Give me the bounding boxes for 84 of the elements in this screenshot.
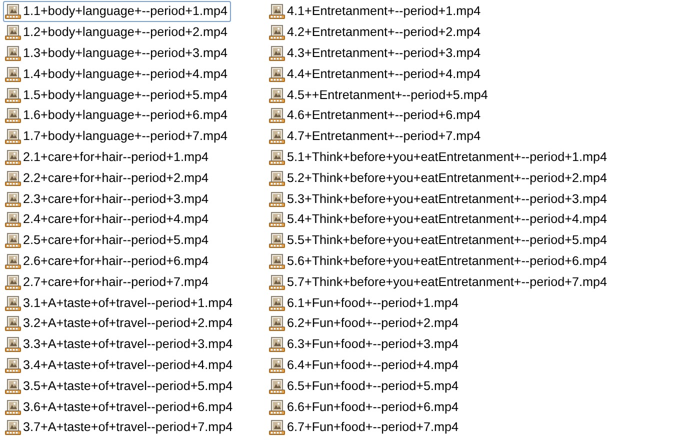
file-item[interactable]: 5.1+Think+before+you+eatEntretanment+--period+1.mp4 [267, 146, 611, 168]
video-file-icon [269, 356, 285, 373]
video-file-icon [5, 86, 21, 103]
file-item[interactable]: 6.5+Fun+food+--period+5.mp4 [267, 375, 463, 396]
file-item[interactable]: 5.6+Think+before+you+eatEntretanment+--period+6.mp4 [267, 250, 611, 272]
file-item[interactable]: 6.7+Fun+food+--period+7.mp4 [267, 416, 463, 438]
file-item[interactable]: 2.3+care+for+hair--period+3.mp4 [3, 188, 213, 210]
file-item[interactable]: 4.6+Entretanment+--period+6.mp4 [267, 104, 485, 126]
video-file-icon [5, 107, 21, 124]
file-item[interactable]: 6.4+Fun+food+--period+4.mp4 [267, 354, 463, 376]
video-file-icon [269, 398, 285, 415]
video-file-icon [5, 170, 21, 186]
video-file-icon [269, 252, 285, 269]
video-file-icon [5, 294, 21, 311]
video-file-icon [269, 336, 285, 352]
video-file-icon [5, 378, 21, 394]
file-item[interactable]: 6.2+Fun+food+--period+2.mp4 [267, 312, 463, 334]
file-item[interactable]: 3.7+A+taste+of+travel--period+7.mp4 [3, 416, 237, 438]
video-file-icon [269, 315, 285, 332]
video-file-icon [269, 170, 285, 186]
video-file-icon [269, 66, 285, 82]
video-file-icon [269, 274, 285, 290]
file-item[interactable]: 1.1+body+language+--period+1.mp4 [3, 0, 232, 22]
video-file-icon [5, 211, 21, 228]
file-item[interactable]: 2.4+care+for+hair--period+4.mp4 [3, 208, 213, 230]
file-item[interactable]: 3.3+A+taste+of+travel--period+3.mp4 [3, 334, 237, 355]
video-file-icon [269, 211, 285, 228]
video-file-icon [5, 66, 21, 82]
file-item[interactable]: 4.2+Entretanment+--period+2.mp4 [267, 22, 485, 43]
video-file-icon [269, 107, 285, 124]
video-file-icon [5, 190, 21, 207]
file-item[interactable]: 4.5++Entretanment+--period+5.mp4 [267, 84, 492, 106]
video-file-icon [269, 232, 285, 248]
video-file-icon [5, 128, 21, 144]
file-item[interactable]: 3.1+A+taste+of+travel--period+1.mp4 [3, 292, 237, 314]
video-file-icon [269, 86, 285, 103]
video-file-icon [5, 315, 21, 332]
video-file-icon [269, 378, 285, 394]
file-item[interactable]: 2.2+care+for+hair--period+2.mp4 [3, 167, 213, 188]
video-file-icon [269, 148, 285, 165]
video-file-icon [269, 419, 285, 436]
file-item[interactable]: 2.1+care+for+hair--period+1.mp4 [3, 146, 213, 168]
file-item[interactable]: 2.7+care+for+hair--period+7.mp4 [3, 271, 213, 292]
video-file-icon [269, 45, 285, 61]
video-file-icon [269, 24, 285, 40]
file-item[interactable]: 2.6+care+for+hair--period+6.mp4 [3, 250, 213, 272]
video-file-icon [269, 128, 285, 144]
file-item[interactable]: 5.5+Think+before+you+eatEntretanment+--period+5.mp4 [267, 230, 611, 251]
video-file-icon [5, 45, 21, 61]
video-file-icon [5, 356, 21, 373]
file-item[interactable]: 6.6+Fun+food+--period+6.mp4 [267, 396, 463, 418]
file-item[interactable]: 1.2+body+language+--period+2.mp4 [3, 22, 232, 43]
file-item[interactable]: 6.3+Fun+food+--period+3.mp4 [267, 334, 463, 355]
video-file-icon [5, 148, 21, 165]
video-file-icon [5, 3, 21, 20]
file-item[interactable]: 1.4+body+language+--period+4.mp4 [3, 63, 232, 84]
file-item[interactable]: 4.4+Entretanment+--period+4.mp4 [267, 63, 485, 84]
video-file-icon [269, 190, 285, 207]
file-item[interactable]: 2.5+care+for+hair--period+5.mp4 [3, 230, 213, 251]
file-item[interactable]: 3.4+A+taste+of+travel--period+4.mp4 [3, 354, 237, 376]
video-file-icon [269, 294, 285, 311]
file-item[interactable]: 1.3+body+language+--period+3.mp4 [3, 42, 232, 64]
file-item[interactable]: 4.1+Entretanment+--period+1.mp4 [267, 0, 485, 22]
video-file-icon [5, 232, 21, 248]
video-file-icon [5, 252, 21, 269]
file-item[interactable]: 5.2+Think+before+you+eatEntretanment+--period+2.mp4 [267, 167, 611, 188]
file-item[interactable]: 1.7+body+language+--period+7.mp4 [3, 126, 232, 147]
file-item[interactable]: 4.3+Entretanment+--period+3.mp4 [267, 42, 485, 64]
video-file-icon [5, 398, 21, 415]
file-item[interactable]: 3.6+A+taste+of+travel--period+6.mp4 [3, 396, 237, 418]
file-item[interactable]: 5.7+Think+before+you+eatEntretanment+--period+7.mp4 [267, 271, 611, 292]
file-item[interactable]: 4.7+Entretanment+--period+7.mp4 [267, 126, 485, 147]
file-item[interactable]: 3.2+A+taste+of+travel--period+2.mp4 [3, 312, 237, 334]
video-file-icon [5, 24, 21, 40]
video-file-icon [5, 274, 21, 290]
video-file-icon [5, 419, 21, 436]
video-file-icon [5, 336, 21, 352]
video-file-icon [269, 3, 285, 20]
file-item[interactable]: 6.1+Fun+food+--period+1.mp4 [267, 292, 463, 314]
file-item[interactable]: 1.5+body+language+--period+5.mp4 [3, 84, 232, 106]
file-item[interactable]: 5.4+Think+before+you+eatEntretanment+--period+4.mp4 [267, 208, 611, 230]
file-item[interactable]: 1.6+body+language+--period+6.mp4 [3, 104, 232, 126]
file-item[interactable]: 5.3+Think+before+you+eatEntretanment+--period+3.mp4 [267, 188, 611, 210]
file-item[interactable]: 3.5+A+taste+of+travel--period+5.mp4 [3, 375, 237, 396]
